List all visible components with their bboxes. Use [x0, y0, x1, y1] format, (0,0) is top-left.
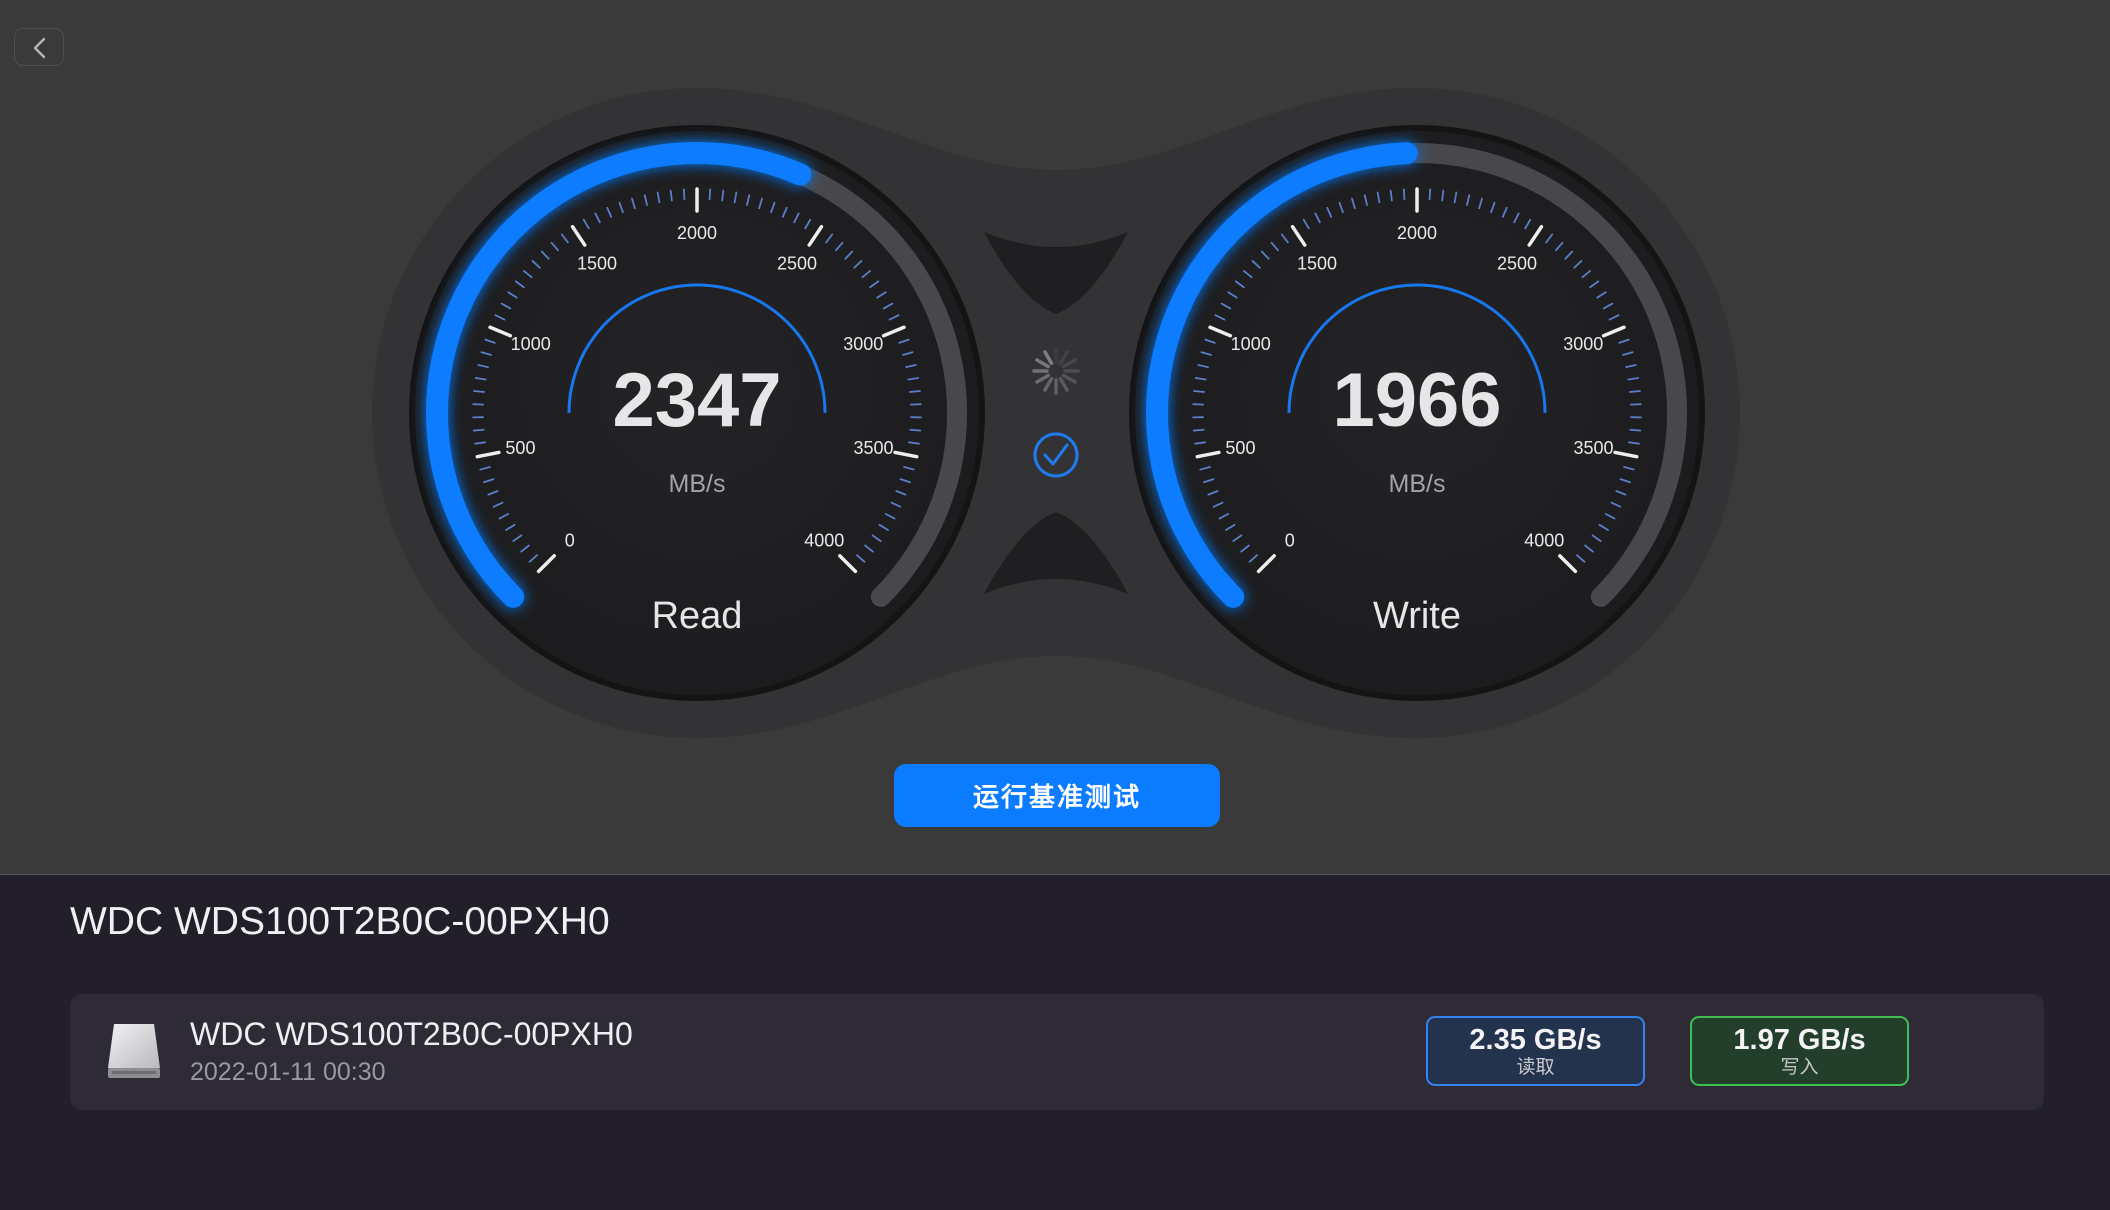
result-device-name: WDC WDS100T2B0C-00PXH0: [190, 1016, 633, 1052]
minor-tick: [1389, 189, 1393, 202]
scale-label: 500: [505, 438, 535, 458]
read-speed-badge: 2.35 GB/s 读取: [1426, 1016, 1645, 1086]
read-speed-value: 2347: [612, 358, 781, 443]
scale-label: 0: [565, 530, 575, 550]
read-gauge-label: Read: [652, 595, 743, 637]
write-speed-badge-label: 写入: [1780, 1056, 1819, 1078]
scale-label: 0: [1285, 530, 1295, 550]
scale-label: 1000: [511, 334, 551, 354]
result-timestamp: 2022-01-11 00:30: [190, 1058, 386, 1086]
scale-label: 2500: [777, 253, 817, 273]
hard-drive-icon: [108, 1024, 160, 1078]
scale-label: 1500: [1297, 253, 1337, 273]
minor-tick: [1629, 390, 1641, 393]
write-speed-badge-value: 1.97 GB/s: [1733, 1024, 1866, 1056]
back-button[interactable]: [14, 28, 64, 66]
gauges-graphic: 0 500 1000 1500 2000 2500 3000 3500 4000 2347 MB…: [372, 88, 1740, 738]
write-gauge-label: Write: [1373, 595, 1461, 637]
read-speed-unit: MB/s: [669, 470, 726, 498]
read-speed-badge-label: 读取: [1516, 1056, 1555, 1078]
scale-label: 3000: [1563, 334, 1603, 354]
scale-label: 2500: [1497, 253, 1537, 273]
run-benchmark-button[interactable]: 运行基准测试: [894, 764, 1220, 827]
minor-tick: [909, 390, 921, 393]
scale-label: 2000: [1397, 223, 1437, 243]
scale-label: 3500: [854, 438, 894, 458]
minor-tick: [1428, 188, 1432, 201]
write-gauge: 0 500 1000 1500 2000 2500 3000 3500 4000 1966 MB…: [1129, 125, 1705, 701]
write-speed-badge: 1.97 GB/s 写入: [1690, 1016, 1909, 1086]
disk-speed-test-window: 0 500 1000 1500 2000 2500 3000 3500 4000 2347 MB…: [0, 0, 2110, 1210]
minor-tick: [1192, 428, 1205, 432]
minor-tick: [721, 189, 725, 202]
scale-label: 1000: [1231, 334, 1271, 354]
minor-tick: [682, 188, 686, 201]
minor-tick: [669, 189, 673, 202]
scale-label: 2000: [677, 223, 717, 243]
scale-label: 3500: [1574, 438, 1614, 458]
minor-tick: [1193, 390, 1205, 393]
minor-tick: [472, 428, 485, 432]
device-title: WDC WDS100T2B0C-00PXH0: [70, 900, 610, 943]
minor-tick: [473, 390, 485, 393]
benchmark-result-item[interactable]: WDC WDS100T2B0C-00PXH0 2022-01-11 00:30 …: [70, 994, 2044, 1110]
minor-tick: [1402, 188, 1406, 201]
minor-tick: [1629, 428, 1642, 432]
read-gauge: 0 500 1000 1500 2000 2500 3000 3500 4000 2347 MB…: [409, 125, 985, 701]
write-speed-value: 1966: [1332, 358, 1501, 443]
minor-tick: [708, 188, 712, 201]
scale-label: 1500: [577, 253, 617, 273]
read-speed-badge-value: 2.35 GB/s: [1469, 1024, 1602, 1056]
write-speed-unit: MB/s: [1389, 470, 1446, 498]
scale-label: 3000: [843, 334, 883, 354]
minor-tick: [1441, 189, 1445, 202]
scale-label: 4000: [804, 530, 844, 550]
minor-tick: [909, 428, 922, 432]
gauge-panel: 0 500 1000 1500 2000 2500 3000 3500 4000 2347 MB…: [0, 0, 2110, 875]
scale-label: 4000: [1524, 530, 1564, 550]
scale-label: 500: [1225, 438, 1255, 458]
chevron-left-icon: [33, 37, 46, 59]
